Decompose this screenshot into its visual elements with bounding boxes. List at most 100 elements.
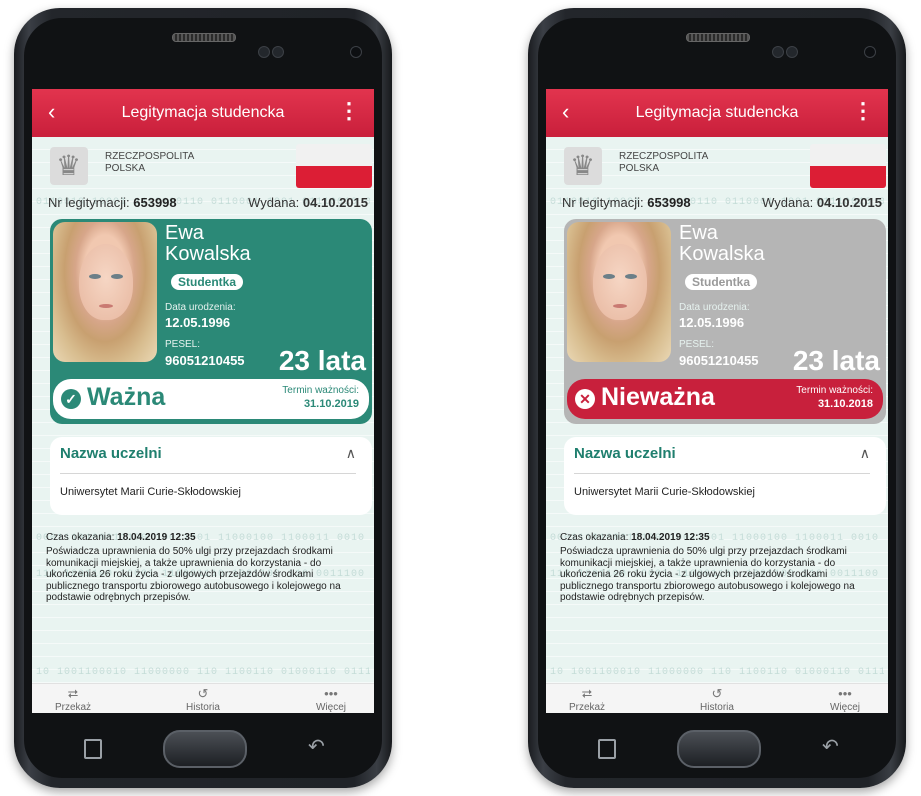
history-icon: ↺ [197,686,209,701]
dob-value: 12.05.1996 [165,315,231,330]
university-panel[interactable]: Nazwa uczelni ∧ Uniwersytet Marii Curie-… [50,437,372,515]
country-line-1: RZECZPOSPOLITA [619,151,709,162]
age-value: 23 lata [792,345,880,376]
nav-more[interactable]: ••• Więcej [810,686,880,713]
history-icon: ↺ [711,686,723,701]
id-number-label: Nr legitymacji: [562,195,644,210]
entitlement-note: Poświadcza uprawnienia do 50% ulgi przy … [46,546,341,603]
app-header: ‹ Legitymacja studencka ⋮ [546,89,888,137]
issued-label: Wydana: [762,195,814,210]
bottom-nav: ⮂ Przekaż ↺ Historia ••• Więcej [32,683,374,713]
nav-more-label: Więcej [315,702,346,713]
shown-time: Czas okazania: 18.04.2019 12:35 [560,532,710,543]
recent-apps-icon[interactable] [84,739,102,759]
issued-date: 04.10.2015 [302,195,368,210]
nav-share-label: Przekaż [568,702,606,713]
expiry-value: 31.10.2019 [303,398,359,410]
country-line-2: POLSKA [619,163,660,174]
issued-label: Wydana: [248,195,300,210]
sensor-dot [272,46,284,58]
background-pattern: 10 1001100010 11000000 110 1100110 01000… [550,667,884,678]
status-bar: ✓ Ważna Termin ważności: 31.10.2019 [53,379,369,419]
back-arrow-icon[interactable]: ↶ [822,734,839,759]
recent-apps-icon[interactable] [598,739,616,759]
student-name: Ewa Kowalska [165,223,251,265]
expiry-value: 31.10.2018 [817,398,873,410]
pesel-value: 96051210455 [679,353,759,368]
id-number-value: 653998 [647,195,691,210]
eagle-emblem-icon: ♛ [564,147,602,185]
kebab-menu-icon[interactable]: ⋮ [852,100,874,122]
app-screen: ‹ Legitymacja studencka ⋮ 0110010 10001 … [32,89,374,713]
university-name: Uniwersytet Marii Curie-Skłodowskiej [574,486,755,498]
nav-more[interactable]: ••• Więcej [296,686,366,713]
country-line-1: RZECZPOSPOLITA [105,151,195,162]
status-bar: ✕ Nieważna Termin ważności: 31.10.2018 [567,379,883,419]
nav-more-label: Więcej [829,702,860,713]
nav-history-label: Historia [700,702,734,713]
nav-history[interactable]: ↺ Historia [682,686,752,713]
id-document: 0110010 10001 1100100110 0110001 1001 01… [546,137,888,683]
earpiece-speaker [172,33,236,42]
polish-flag-icon [296,144,372,188]
student-name: Ewa Kowalska [679,223,765,265]
role-badge: Studentka [171,274,244,290]
status-text: Ważna [87,383,166,411]
dob-value: 12.05.1996 [679,315,745,330]
university-header: Nazwa uczelni [60,445,162,462]
student-card: Ewa Kowalska Studentka Data urodzenia: 1… [564,219,886,424]
divider [574,473,870,474]
background-pattern: 10 1001100010 11000000 110 1100110 01000… [36,667,370,678]
id-number-row: Nr legitymacji: 653998 [562,195,691,210]
shown-time-value: 18.04.2019 12:35 [117,532,196,543]
id-number-row: Nr legitymacji: 653998 [48,195,177,210]
student-card: Ewa Kowalska Studentka Data urodzenia: 1… [50,219,372,424]
more-dots-icon: ••• [324,686,338,701]
share-icon: ⮂ [581,686,593,701]
id-number-label: Nr legitymacji: [48,195,130,210]
role-badge: Studentka [685,274,758,290]
first-name: Ewa [165,222,204,244]
sensor-dot [258,46,270,58]
back-arrow-icon[interactable]: ↶ [308,734,325,759]
earpiece-speaker [686,33,750,42]
front-camera [864,46,876,58]
shown-time-value: 18.04.2019 12:35 [631,532,710,543]
nav-share[interactable]: ⮂ Przekaż [552,686,622,713]
bottom-nav: ⮂ Przekaż ↺ Historia ••• Więcej [546,683,888,713]
entitlement-note: Poświadcza uprawnienia do 50% ulgi przy … [560,546,855,603]
more-dots-icon: ••• [838,686,852,701]
app-screen: ‹ Legitymacja studencka ⋮ 0110010 10001 … [546,89,888,713]
share-icon: ⮂ [67,686,79,701]
kebab-menu-icon[interactable]: ⋮ [338,100,360,122]
phone-invalid: ‹ Legitymacja studencka ⋮ 0110010 10001 … [528,8,906,788]
country-line-2: POLSKA [105,163,146,174]
nav-history[interactable]: ↺ Historia [168,686,238,713]
country-name: RZECZPOSPOLITA POLSKA [619,151,708,175]
front-camera [350,46,362,58]
page-title: Legitymacja studencka [121,104,285,121]
hardware-buttons: ↶ [546,720,888,775]
chevron-up-icon[interactable]: ∧ [346,445,356,462]
pesel-value: 96051210455 [165,353,245,368]
nav-share[interactable]: ⮂ Przekaż [38,686,108,713]
home-button[interactable] [677,730,761,768]
divider [60,473,356,474]
home-button[interactable] [163,730,247,768]
student-photo [53,222,157,362]
age-value: 23 lata [278,345,366,376]
status-text: Nieważna [601,383,715,411]
eagle-emblem-icon: ♛ [50,147,88,185]
pesel-label: PESEL: [165,339,201,350]
university-panel[interactable]: Nazwa uczelni ∧ Uniwersytet Marii Curie-… [564,437,886,515]
issued-date: 04.10.2015 [816,195,882,210]
id-document: 0110010 10001 1100100110 0110001 1001 01… [32,137,374,683]
shown-time-label: Czas okazania: [46,532,115,543]
app-header: ‹ Legitymacja studencka ⋮ [32,89,374,137]
phone-valid: ‹ Legitymacja studencka ⋮ 0110010 10001 … [14,8,392,788]
sensor-dot [772,46,784,58]
university-header: Nazwa uczelni [574,445,676,462]
last-name: Kowalska [679,243,765,265]
check-circle-icon: ✓ [61,389,81,409]
chevron-up-icon[interactable]: ∧ [860,445,870,462]
